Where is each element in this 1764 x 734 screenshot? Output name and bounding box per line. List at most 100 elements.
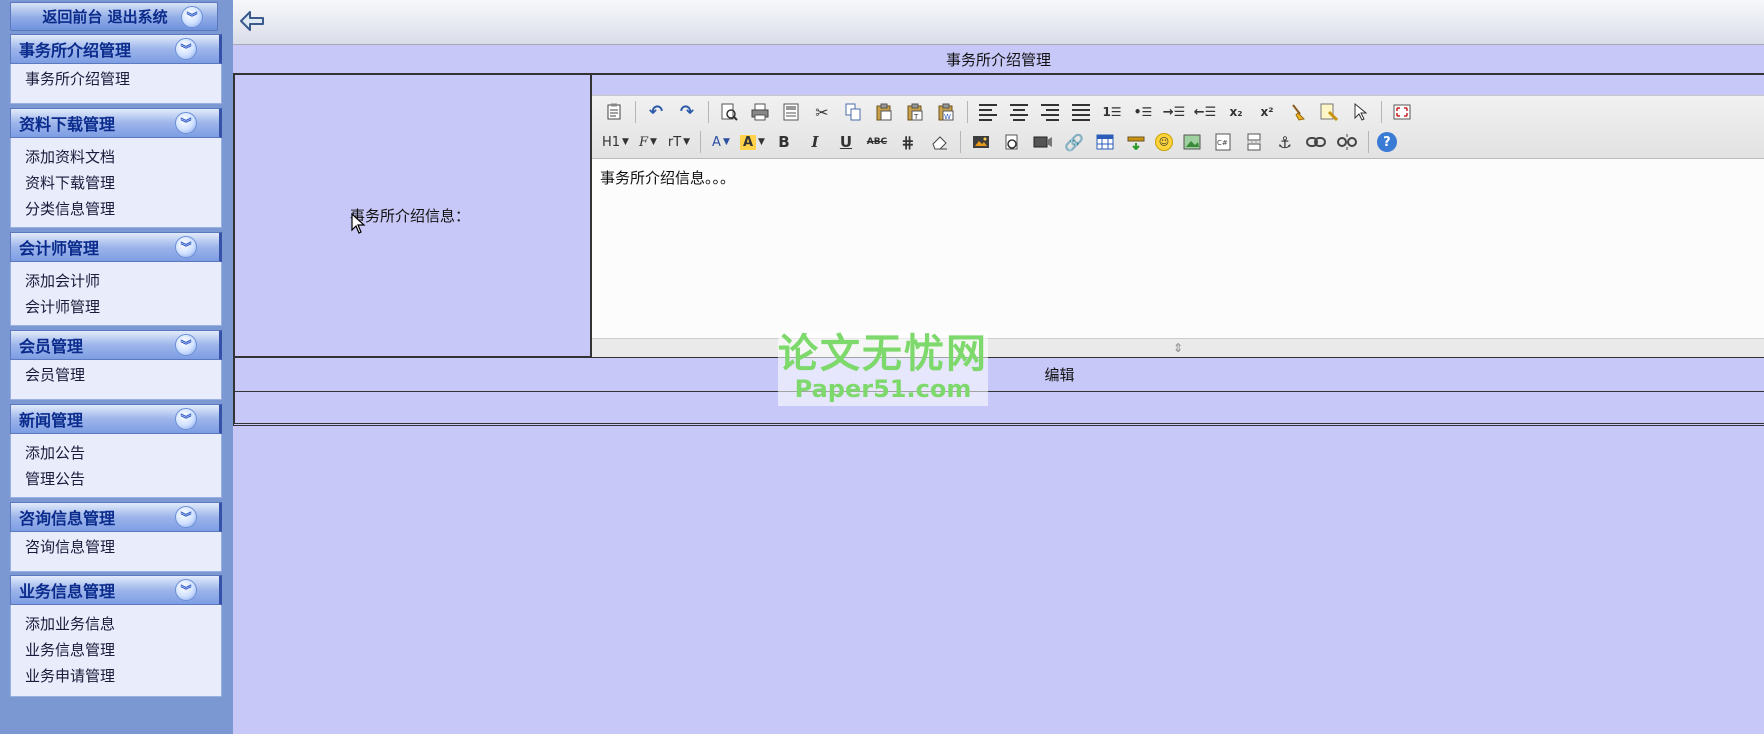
unordered-list-icon[interactable]: •☰	[1131, 100, 1155, 124]
insert-table-icon[interactable]	[1093, 130, 1117, 154]
link-icon[interactable]	[1304, 130, 1328, 154]
sidebar-item-firm-intro-manage[interactable]: 事务所介绍管理	[25, 66, 221, 92]
toolbar-row-2: H1 ▼ F ▼ rT ▼ A ▼ A ▼ B I U ABC ⋕ 🔗 ☺ C#…	[602, 129, 1404, 155]
mouse-cursor-icon	[351, 213, 366, 234]
insert-image-icon[interactable]	[969, 130, 993, 154]
editor-toolbar: ↶ ↷ ✂ T W 1☰ •☰ →☰ ←☰ x₂ x² H1 ▼ F ▼ rT …	[592, 95, 1764, 158]
ordered-list-icon[interactable]: 1☰	[1100, 100, 1124, 124]
field-label: 事务所介绍信息：	[350, 207, 471, 225]
align-center-icon[interactable]	[1007, 100, 1031, 124]
collapse-chevron-icon[interactable]: ︾	[175, 579, 197, 601]
insert-flash-icon[interactable]	[1000, 130, 1024, 154]
section-title: 事务所介绍管理	[19, 41, 132, 60]
font-size-label: rT	[667, 134, 682, 150]
print-icon[interactable]	[748, 100, 772, 124]
underline-button[interactable]: U	[834, 130, 858, 154]
quick-format-icon[interactable]	[1317, 100, 1341, 124]
collapse-chevron-icon[interactable]: ︾	[175, 506, 197, 528]
collapse-chevron-icon[interactable]: ︾	[175, 334, 197, 356]
heading-dropdown[interactable]: H1 ▼	[602, 130, 629, 154]
copy-icon[interactable]	[841, 100, 865, 124]
editor-content-area[interactable]: 事务所介绍信息。。。	[592, 158, 1764, 338]
attachment-icon[interactable]: 🔗	[1062, 130, 1086, 154]
sidebar-item-category-manage[interactable]: 分类信息管理	[25, 196, 221, 222]
sidebar-section-header[interactable]: 业务信息管理 ︾	[10, 575, 222, 605]
italic-button[interactable]: I	[803, 130, 827, 154]
align-left-icon[interactable]	[976, 100, 1000, 124]
sidebar-item-business-manage[interactable]: 业务信息管理	[25, 637, 221, 663]
clear-format-brush-icon[interactable]	[1286, 100, 1310, 124]
font-color-dropdown[interactable]: A ▼	[709, 130, 733, 154]
fullscreen-icon[interactable]	[1390, 100, 1414, 124]
section-title: 会计师管理	[19, 239, 100, 258]
sidebar-item-member-manage[interactable]: 会员管理	[25, 362, 221, 388]
undo-icon[interactable]: ↶	[644, 100, 668, 124]
editor-resize-handle[interactable]: ⇕	[592, 338, 1764, 357]
collapse-chevron-icon[interactable]: ︾	[175, 112, 197, 134]
font-size-dropdown[interactable]: rT ▼	[667, 130, 691, 154]
select-all-cursor-icon[interactable]	[1348, 100, 1372, 124]
toolbar-row-1: ↶ ↷ ✂ T W 1☰ •☰ →☰ ←☰ x₂ x²	[602, 99, 1421, 125]
strikethrough-button[interactable]: ABC	[865, 130, 889, 154]
eraser-icon[interactable]	[927, 130, 951, 154]
watermark-line-2: Paper51.com	[794, 375, 972, 403]
section-title: 新闻管理	[19, 411, 84, 430]
sidebar-item-accountant-manage[interactable]: 会计师管理	[25, 294, 221, 320]
align-right-icon[interactable]	[1038, 100, 1062, 124]
outdent-icon[interactable]: ←☰	[1193, 100, 1217, 124]
insert-media-icon[interactable]	[1031, 130, 1055, 154]
page-break-icon[interactable]	[1242, 130, 1266, 154]
sidebar-section-header[interactable]: 新闻管理 ︾	[10, 404, 222, 434]
unlink-icon[interactable]	[1335, 130, 1359, 154]
align-justify-icon[interactable]	[1069, 100, 1093, 124]
paste-icon[interactable]	[872, 100, 896, 124]
emoticon-icon[interactable]: ☺	[1154, 133, 1173, 151]
sidebar-item-add-accountant[interactable]: 添加会计师	[25, 268, 221, 294]
watermark-logo: 论文无忧网 Paper51.com	[778, 332, 988, 406]
font-family-dropdown[interactable]: F ▼	[636, 130, 660, 154]
sidebar-section-header[interactable]: 咨询信息管理 ︾	[10, 502, 222, 532]
highlight-color-dropdown[interactable]: A ▼	[739, 130, 765, 154]
return-logout-button[interactable]: 返回前台 退出系统 ︾	[10, 2, 218, 31]
back-arrow-icon[interactable]	[239, 9, 265, 33]
paste-text-icon[interactable]: T	[903, 100, 927, 124]
insert-picture-icon[interactable]	[1180, 130, 1204, 154]
sidebar-item-add-document[interactable]: 添加资料文档	[25, 144, 221, 170]
sidebar-section-header[interactable]: 会计师管理 ︾	[10, 232, 222, 262]
insert-row-icon[interactable]	[1124, 130, 1148, 154]
source-code-icon[interactable]	[602, 100, 626, 124]
svg-text:T: T	[913, 113, 919, 121]
return-logout-label: 返回前台 退出系统	[42, 8, 168, 26]
sidebar-item-add-business[interactable]: 添加业务信息	[25, 611, 221, 637]
horizontal-rule-icon[interactable]: ⋕	[896, 130, 920, 154]
toolbar-separator	[708, 101, 709, 123]
sidebar-item-add-notice[interactable]: 添加公告	[25, 440, 221, 466]
redo-icon[interactable]: ↷	[675, 100, 699, 124]
collapse-chevron-icon[interactable]: ︾	[175, 38, 197, 60]
preview-icon[interactable]	[717, 100, 741, 124]
heading-label: H1	[602, 134, 621, 150]
indent-icon[interactable]: →☰	[1162, 100, 1186, 124]
sidebar-item-notice-manage[interactable]: 管理公告	[25, 466, 221, 492]
superscript-icon[interactable]: x²	[1255, 100, 1279, 124]
anchor-icon[interactable]: ⚓	[1273, 130, 1297, 154]
sidebar-section-header[interactable]: 会员管理 ︾	[10, 330, 222, 360]
paste-word-icon[interactable]: W	[934, 100, 958, 124]
edit-button[interactable]: 编辑	[1044, 364, 1074, 385]
insert-code-icon[interactable]: C#	[1211, 130, 1235, 154]
help-icon[interactable]: ?	[1376, 132, 1397, 152]
sidebar-item-download-manage[interactable]: 资料下载管理	[25, 170, 221, 196]
sidebar-section-header[interactable]: 事务所介绍管理 ︾	[10, 34, 222, 64]
section-title: 业务信息管理	[19, 582, 116, 601]
collapse-chevron-icon[interactable]: ︾	[175, 408, 197, 430]
sidebar-section-header[interactable]: 资料下载管理 ︾	[10, 108, 222, 138]
bold-button[interactable]: B	[772, 130, 796, 154]
cut-icon[interactable]: ✂	[810, 100, 834, 124]
sidebar-item-consulting-manage[interactable]: 咨询信息管理	[25, 534, 221, 560]
sidebar-item-business-application[interactable]: 业务申请管理	[25, 663, 221, 689]
collapse-chevron-icon[interactable]: ︾	[181, 6, 203, 28]
collapse-chevron-icon[interactable]: ︾	[175, 236, 197, 258]
template-icon[interactable]	[779, 100, 803, 124]
highlight-label: A	[739, 134, 757, 150]
subscript-icon[interactable]: x₂	[1224, 100, 1248, 124]
